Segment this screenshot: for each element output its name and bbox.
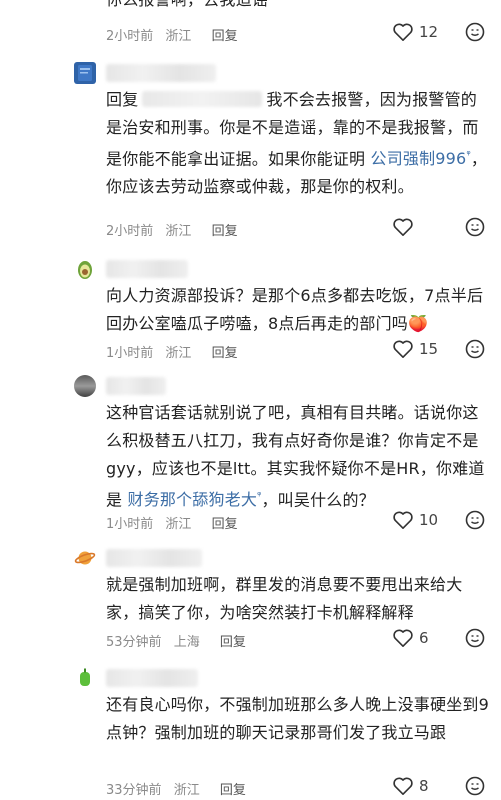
smiley-face-icon	[465, 628, 485, 648]
react-button[interactable]	[465, 628, 485, 652]
comment-location: 浙江	[173, 783, 200, 798]
react-button[interactable]	[465, 22, 485, 46]
like-button[interactable]: 8	[392, 776, 429, 796]
heart-outline-icon	[393, 340, 413, 358]
planet-icon	[74, 551, 96, 565]
smiley-face-icon	[465, 22, 485, 42]
reply-button[interactable]: 回复	[212, 29, 238, 44]
like-button[interactable]	[392, 217, 419, 237]
comment-text: 你么报警啊，去我造谣	[106, 0, 491, 14]
like-button[interactable]: 6	[392, 628, 429, 648]
comment-text: 还有良心吗你，不强制加班那么多人晚上没事硬坐到9点钟？强制加班的聊天记录那哥们发…	[106, 695, 489, 742]
username-blurred[interactable]	[106, 64, 216, 82]
pepper-icon	[80, 668, 90, 686]
comment-meta: 33分钟前 浙江 回复	[106, 779, 254, 798]
comment-time: 2小时前	[106, 224, 154, 239]
react-button[interactable]	[465, 510, 485, 534]
reply-button[interactable]: 回复	[212, 517, 238, 532]
like-button[interactable]: 15	[392, 339, 438, 359]
reply-target-blurred	[142, 91, 263, 107]
smiley-face-icon	[465, 776, 485, 796]
like-count: 15	[419, 340, 439, 358]
comment-location: 浙江	[165, 29, 192, 44]
like-count: 10	[419, 511, 439, 529]
comment-time: 1小时前	[106, 346, 154, 361]
avatar[interactable]	[74, 667, 96, 689]
heart-outline-icon	[393, 23, 413, 41]
reply-button[interactable]: 回复	[220, 635, 246, 650]
comment-meta: 53分钟前 上海 回复	[106, 631, 254, 650]
keyword-link[interactable]: 财务那个舔狗老大ᵠ	[128, 490, 262, 509]
smiley-face-icon	[465, 217, 485, 237]
like-button[interactable]: 10	[392, 510, 438, 530]
comment-location: 浙江	[165, 224, 192, 239]
heart-outline-icon	[393, 218, 413, 236]
comment-text: 这种官话套话就别说了吧，真相有目共睹。话说你这么积极替五八扛刀，我有点好奇你是谁…	[106, 399, 491, 514]
comment-meta: 2小时前 浙江 回复	[106, 220, 246, 239]
avatar[interactable]	[74, 62, 96, 84]
react-button[interactable]	[465, 217, 485, 241]
book-icon	[78, 65, 92, 81]
avocado-icon	[78, 261, 92, 279]
like-count: 12	[419, 23, 439, 41]
username-blurred[interactable]	[106, 377, 166, 395]
heart-outline-icon	[393, 629, 413, 647]
comment-meta: 1小时前 浙江 回复	[106, 342, 246, 361]
react-button[interactable]	[465, 339, 485, 363]
comment-location: 浙江	[165, 517, 192, 532]
comment-location: 浙江	[165, 346, 192, 361]
comment-text: 回复 我不会去报警，因为报警管的是治安和刑事。你是不是造谣，靠的不是我报警，而是你…	[106, 86, 491, 201]
like-count: 8	[419, 777, 429, 795]
comment-location: 上海	[173, 635, 200, 650]
keyword-link[interactable]: 公司强制996ᵠ	[371, 149, 471, 168]
comment-time: 53分钟前	[106, 635, 162, 650]
username-blurred[interactable]	[106, 549, 202, 567]
react-button[interactable]	[465, 776, 485, 800]
avatar[interactable]	[74, 258, 96, 280]
heart-outline-icon	[393, 777, 413, 795]
reply-button[interactable]: 回复	[212, 346, 238, 361]
username-blurred[interactable]	[106, 669, 198, 687]
smiley-face-icon	[465, 339, 485, 359]
comment-time: 2小时前	[106, 29, 154, 44]
comment-body-tail: ，叫吴什么的？	[261, 490, 375, 510]
comment-text: 向人力资源部投诉？是那个6点多都去吃饭，7点半后回办公室嗑瓜子唠嗑，8点后再走的…	[106, 286, 484, 333]
reply-prefix: 回复	[106, 90, 139, 109]
comment-meta: 2小时前 浙江 回复	[106, 25, 246, 44]
comment-time: 1小时前	[106, 517, 154, 532]
comment-time: 33分钟前	[106, 783, 162, 798]
heart-outline-icon	[393, 511, 413, 529]
smiley-face-icon	[465, 510, 485, 530]
comment-text: 就是强制加班啊，群里发的消息要不要甩出来给大家，搞笑了你，为啥突然装打卡机解释解…	[106, 575, 463, 622]
like-button[interactable]: 12	[392, 22, 438, 42]
reply-button[interactable]: 回复	[220, 783, 246, 798]
reply-button[interactable]: 回复	[212, 224, 238, 239]
avatar[interactable]	[74, 547, 96, 569]
avatar[interactable]	[74, 375, 96, 397]
username-blurred[interactable]	[106, 260, 188, 278]
like-count: 6	[419, 629, 429, 647]
comment-meta: 1小时前 浙江 回复	[106, 513, 246, 532]
